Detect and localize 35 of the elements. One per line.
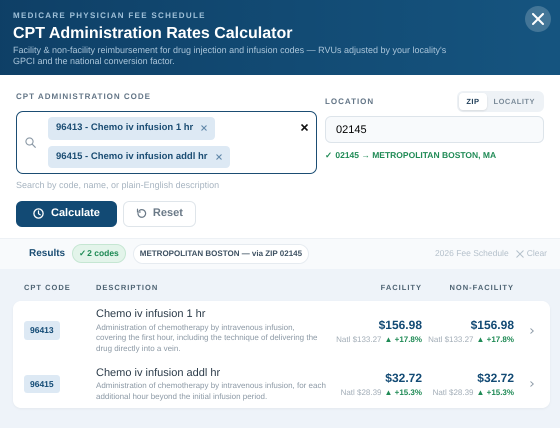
price: $32.72 bbox=[384, 370, 422, 387]
schedule-text: 2026 Fee Schedule bbox=[434, 247, 509, 260]
change-text: ▲ +17.8% bbox=[384, 334, 422, 346]
count-pill: ✓2 codes bbox=[72, 244, 126, 263]
results-title: Results bbox=[29, 247, 66, 262]
change-text: ▲ +17.8% bbox=[476, 334, 514, 346]
procedure-description: Administration of chemotherapy by intravenous infusion, for each additional hour beyond the initial infusion period. bbox=[96, 381, 326, 404]
national-price: Natl $133.27 bbox=[336, 334, 382, 346]
code-chip[interactable]: 96413 - Chemo iv infusion 1 hr bbox=[48, 117, 216, 140]
zip-input[interactable]: 02145 bbox=[325, 116, 544, 144]
procedure-name: Chemo iv infusion addl hr bbox=[96, 366, 222, 381]
price: $156.98 bbox=[470, 316, 514, 334]
eyebrow-text: MEDICARE PHYSICIAN FEE SCHEDULE bbox=[13, 10, 206, 22]
code-badge: 96413 bbox=[24, 321, 60, 340]
national-price: Natl $28.39 bbox=[432, 387, 474, 399]
price: $156.98 bbox=[378, 316, 422, 334]
change-text: ▲ +15.3% bbox=[384, 387, 422, 399]
procedure-name: Chemo iv infusion 1 hr bbox=[96, 307, 206, 322]
national-price: Natl $28.39 bbox=[340, 387, 382, 399]
national-price: Natl $133.27 bbox=[428, 334, 474, 346]
change-text: ▲ +15.3% bbox=[476, 387, 514, 399]
code-search-field[interactable]: 96413 - Chemo iv infusion 1 hr 96415 - Chemo iv infusion addl hr bbox=[16, 111, 317, 174]
helper-text: Search by code, name, or plain-English description bbox=[16, 179, 220, 192]
reset-button[interactable]: Reset bbox=[122, 200, 196, 227]
calculate-button[interactable]: Calculate bbox=[16, 200, 117, 227]
code-badge: 96415 bbox=[24, 374, 60, 394]
code-chip[interactable]: 96415 - Chemo iv infusion addl hr bbox=[48, 146, 230, 168]
subtitle: Facility & non-facility reimbursement for drug injection and infusion codes — RVUs adjusted by your locality's GPCI and the national conversion factor. bbox=[13, 44, 448, 68]
field-label: LOCATION bbox=[325, 96, 374, 108]
zip-status: ✓ 02145 → METROPOLITAN BOSTON, MA bbox=[325, 149, 498, 162]
page-title: CPT Administration Rates Calculator bbox=[13, 24, 294, 43]
procedure-description: Administration of chemotherapy by intravenous infusion, covering the first hour, including the technique of delivering the drug directly into a vein. bbox=[96, 322, 318, 355]
location-pill: METROPOLITAN BOSTON — via ZIP 02145 bbox=[132, 244, 310, 264]
price: $32.72 bbox=[476, 370, 514, 387]
field-label: CPT ADMINISTRATION CODE bbox=[16, 91, 152, 104]
